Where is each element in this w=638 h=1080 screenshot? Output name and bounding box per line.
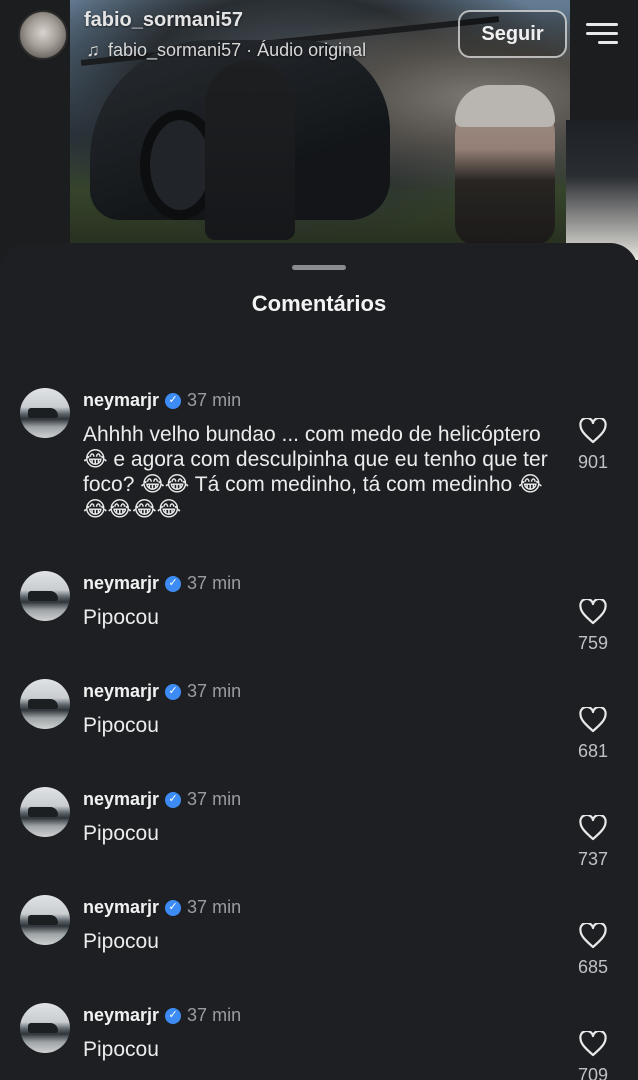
comment-header: neymarjr ✓ 37 min bbox=[83, 390, 241, 411]
comment-item: neymarjr ✓ 37 min Pipocou 681 bbox=[0, 679, 638, 779]
comment-time: 37 min bbox=[187, 789, 242, 809]
comment-time: 37 min bbox=[187, 573, 242, 593]
heart-icon bbox=[579, 815, 607, 841]
comment-text: Pipocou bbox=[83, 930, 159, 953]
comment-text: Pipocou bbox=[83, 1038, 159, 1061]
author-avatar[interactable] bbox=[18, 10, 68, 60]
heart-icon bbox=[579, 599, 607, 625]
comment-header: neymarjr ✓ 37 min bbox=[83, 897, 241, 918]
like-count: 901 bbox=[577, 452, 609, 472]
comment-item: neymarjr ✓ 37 min Pipocou 709 bbox=[0, 1003, 638, 1080]
commenter-avatar[interactable] bbox=[20, 1003, 70, 1053]
follow-button[interactable]: Seguir bbox=[458, 10, 567, 58]
drag-handle[interactable] bbox=[292, 265, 346, 270]
comment-header: neymarjr ✓ 37 min bbox=[83, 789, 241, 810]
comment-item: neymarjr ✓ 37 min Ahhhh velho bundao ... co… bbox=[0, 388, 638, 521]
verified-badge-icon: ✓ bbox=[165, 1007, 182, 1024]
like-count: 681 bbox=[577, 741, 609, 761]
heart-icon bbox=[579, 923, 607, 949]
comment-time: 37 min bbox=[187, 390, 242, 410]
like-button[interactable]: 681 bbox=[568, 707, 618, 762]
comment-header: neymarjr ✓ 37 min bbox=[83, 681, 241, 702]
heart-icon bbox=[579, 418, 607, 444]
commenter-username[interactable]: neymarjr bbox=[83, 573, 159, 594]
commenter-avatar[interactable] bbox=[20, 571, 70, 621]
heart-icon bbox=[579, 707, 607, 733]
comment-time: 37 min bbox=[187, 897, 242, 917]
comment-header: neymarjr ✓ 37 min bbox=[83, 573, 241, 594]
like-button[interactable]: 685 bbox=[568, 923, 618, 978]
like-count: 759 bbox=[577, 633, 609, 653]
commenter-username[interactable]: neymarjr bbox=[83, 390, 159, 411]
audio-label[interactable]: ♫ fabio_sormani57 · Áudio original bbox=[84, 40, 366, 61]
commenter-username[interactable]: neymarjr bbox=[83, 897, 159, 918]
verified-badge-icon: ✓ bbox=[165, 392, 182, 409]
comment-text: Ahhhh velho bundao ... com medo de helic… bbox=[83, 423, 548, 521]
like-button[interactable]: 759 bbox=[568, 599, 618, 654]
like-button[interactable]: 709 bbox=[568, 1031, 618, 1080]
like-button[interactable]: 901 bbox=[568, 418, 618, 473]
sheet-title: Comentários bbox=[251, 291, 387, 316]
bookshelf-image bbox=[566, 120, 638, 260]
verified-badge-icon: ✓ bbox=[165, 791, 182, 808]
author-username[interactable]: fabio_sormani57 bbox=[84, 9, 243, 32]
commenter-avatar[interactable] bbox=[20, 679, 70, 729]
audio-text: fabio_sormani57 · Áudio original bbox=[108, 40, 367, 60]
verified-badge-icon: ✓ bbox=[165, 683, 182, 700]
comment-item: neymarjr ✓ 37 min Pipocou 737 bbox=[0, 787, 638, 887]
comment-time: 37 min bbox=[187, 1005, 242, 1025]
reel-comments-screen: fabio_sormani57 ♫ fabio_sormani57 · Áudi… bbox=[0, 0, 638, 1080]
heart-icon bbox=[579, 1031, 607, 1057]
comment-item: neymarjr ✓ 37 min Pipocou 685 bbox=[0, 895, 638, 995]
comment-text: Pipocou bbox=[83, 714, 159, 737]
comment-text: Pipocou bbox=[83, 822, 159, 845]
commenter-username[interactable]: neymarjr bbox=[83, 789, 159, 810]
comment-header: neymarjr ✓ 37 min bbox=[83, 1005, 241, 1026]
comment-time: 37 min bbox=[187, 681, 242, 701]
verified-badge-icon: ✓ bbox=[165, 575, 182, 592]
like-count: 685 bbox=[577, 957, 609, 977]
commenter-username[interactable]: neymarjr bbox=[83, 1005, 159, 1026]
commenter-avatar[interactable] bbox=[20, 895, 70, 945]
comments-sheet: Comentários neymarjr ✓ 37 min Ahhhh velho b… bbox=[0, 243, 638, 1080]
commenter-avatar[interactable] bbox=[20, 787, 70, 837]
reel-header: fabio_sormani57 ♫ fabio_sormani57 · Áudi… bbox=[0, 0, 638, 70]
commenter-username[interactable]: neymarjr bbox=[83, 681, 159, 702]
like-count: 737 bbox=[577, 849, 609, 869]
verified-badge-icon: ✓ bbox=[165, 899, 182, 916]
music-note-icon: ♫ bbox=[86, 40, 100, 60]
like-button[interactable]: 737 bbox=[568, 815, 618, 870]
hamburger-menu-icon[interactable] bbox=[586, 23, 618, 45]
comment-text: Pipocou bbox=[83, 606, 159, 629]
commenter-avatar[interactable] bbox=[20, 388, 70, 438]
like-count: 709 bbox=[577, 1065, 609, 1080]
comment-item: neymarjr ✓ 37 min Pipocou 759 bbox=[0, 571, 638, 671]
